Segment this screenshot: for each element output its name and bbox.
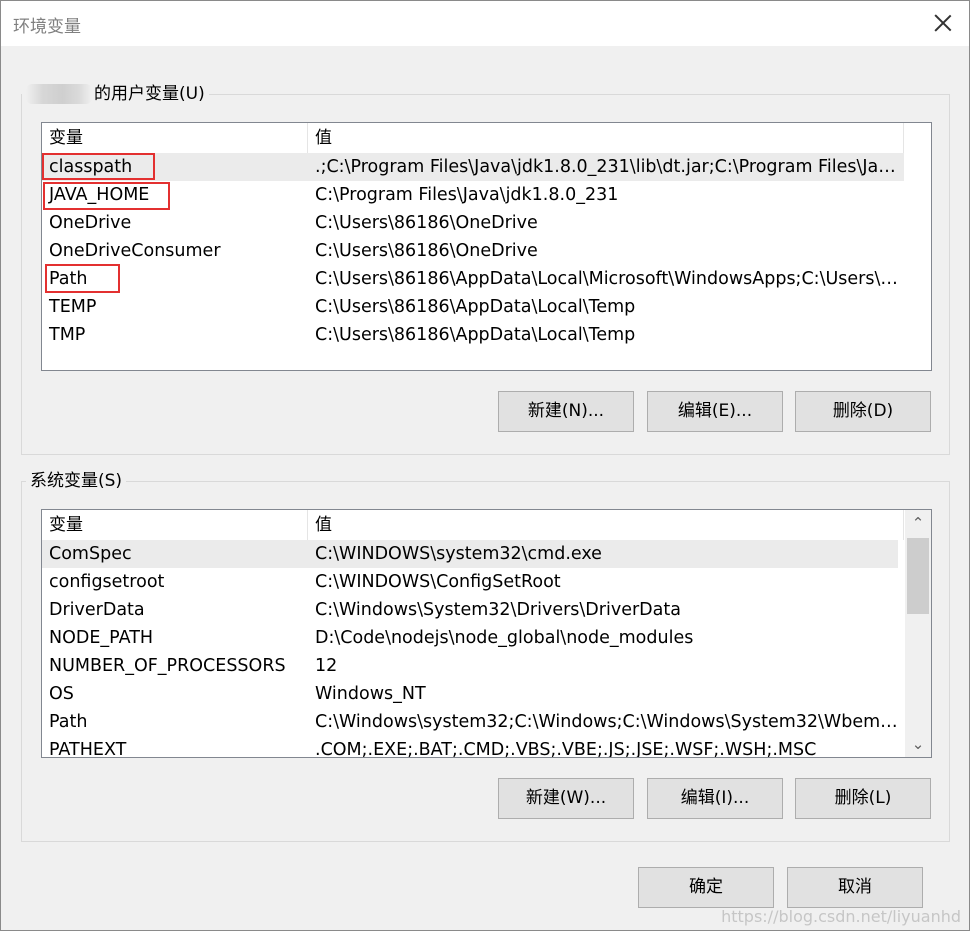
title-bar: 环境变量 — [1, 1, 969, 46]
dialog-title: 环境变量 — [13, 17, 81, 37]
watermark: https://blog.csdn.net/liyuanhd — [721, 907, 961, 926]
variable-value: C:\Program Files\Java\jdk1.8.0_231 — [315, 185, 619, 205]
list-item[interactable]: classpath .;C:\Program Files\Java\jdk1.8… — [42, 153, 904, 181]
variable-name: DriverData — [49, 600, 145, 620]
system-delete-button[interactable]: 删除(L) — [795, 778, 931, 819]
variable-value: C:\WINDOWS\system32\cmd.exe — [315, 544, 602, 564]
list-item[interactable]: PATHEXT .COM;.EXE;.BAT;.CMD;.VBS;.VBE;.J… — [42, 736, 898, 758]
variable-value: C:\Windows\system32;C:\Windows;C:\Window… — [315, 712, 898, 732]
list-item[interactable]: OS Windows_NT — [42, 680, 898, 708]
variable-value: C:\Users\86186\AppData\Local\Temp — [315, 297, 636, 317]
variable-value: .COM;.EXE;.BAT;.CMD;.VBS;.VBE;.JS;.JSE;.… — [315, 740, 817, 758]
list-item[interactable]: TMP C:\Users\86186\AppData\Local\Temp — [42, 321, 904, 349]
variable-value: C:\WINDOWS\ConfigSetRoot — [315, 572, 561, 592]
list-item[interactable]: DriverData C:\Windows\System32\Drivers\D… — [42, 596, 898, 624]
column-header-value[interactable]: 值 — [308, 123, 904, 153]
variable-name: OneDriveConsumer — [49, 241, 221, 261]
vertical-scrollbar[interactable]: ⌃ ⌄ — [905, 510, 931, 757]
list-item[interactable]: JAVA_HOME C:\Program Files\Java\jdk1.8.0… — [42, 181, 904, 209]
ok-button[interactable]: 确定 — [638, 867, 774, 908]
list-item[interactable]: ComSpec C:\WINDOWS\system32\cmd.exe — [42, 540, 898, 568]
variable-name: JAVA_HOME — [49, 185, 150, 205]
variable-value: 12 — [315, 656, 338, 676]
list-item[interactable]: configsetroot C:\WINDOWS\ConfigSetRoot — [42, 568, 898, 596]
list-item[interactable]: Path C:\Windows\system32;C:\Windows;C:\W… — [42, 708, 898, 736]
variable-value: C:\Windows\System32\Drivers\DriverData — [315, 600, 681, 620]
column-header-name[interactable]: 变量 — [42, 123, 308, 153]
variable-name: PATHEXT — [49, 740, 127, 758]
list-header: 变量 值 — [42, 123, 904, 153]
variable-value: C:\Users\86186\OneDrive — [315, 213, 538, 233]
chevron-down-icon[interactable]: ⌄ — [905, 731, 931, 757]
list-item[interactable]: OneDriveConsumer C:\Users\86186\OneDrive — [42, 237, 904, 265]
list-item[interactable]: Path C:\Users\86186\AppData\Local\Micros… — [42, 265, 904, 293]
variable-name: configsetroot — [49, 572, 165, 592]
environment-variables-dialog: 环境变量 的用户变量(U) 变量 值 classpath .;C:\Progra… — [0, 0, 970, 931]
variable-name: NODE_PATH — [49, 628, 154, 648]
scrollbar-thumb[interactable] — [907, 538, 929, 614]
close-icon[interactable] — [931, 11, 955, 35]
variable-name: OneDrive — [49, 213, 132, 233]
variable-value: Windows_NT — [315, 684, 426, 704]
list-item[interactable]: NUMBER_OF_PROCESSORS 12 — [42, 652, 898, 680]
variable-name: OS — [49, 684, 74, 704]
user-delete-button[interactable]: 删除(D) — [795, 391, 931, 432]
system-variables-group: 系统变量(S) 变量 值 ComSpec C:\WINDOWS\system32… — [21, 470, 950, 842]
user-variables-label: 的用户变量(U) — [22, 83, 209, 105]
variable-name: ComSpec — [49, 544, 132, 564]
blurred-username — [26, 84, 92, 104]
column-header-name[interactable]: 变量 — [42, 510, 308, 540]
variable-value: D:\Code\nodejs\node_global\node_modules — [315, 628, 694, 648]
variable-value: C:\Users\86186\AppData\Local\Microsoft\W… — [315, 269, 904, 289]
variable-name: TMP — [49, 325, 86, 345]
user-edit-button[interactable]: 编辑(E)... — [647, 391, 783, 432]
user-variables-list[interactable]: 变量 值 classpath .;C:\Program Files\Java\j… — [41, 122, 932, 371]
cancel-button[interactable]: 取消 — [787, 867, 923, 908]
variable-name: NUMBER_OF_PROCESSORS — [49, 656, 286, 676]
chevron-up-icon[interactable]: ⌃ — [905, 510, 931, 536]
variable-name: Path — [49, 712, 88, 732]
column-header-value[interactable]: 值 — [308, 510, 904, 540]
list-item[interactable]: OneDrive C:\Users\86186\OneDrive — [42, 209, 904, 237]
system-edit-button[interactable]: 编辑(I)... — [647, 778, 783, 819]
list-item[interactable]: TEMP C:\Users\86186\AppData\Local\Temp — [42, 293, 904, 321]
system-variables-list[interactable]: 变量 值 ComSpec C:\WINDOWS\system32\cmd.exe… — [41, 509, 932, 758]
user-variables-group: 的用户变量(U) 变量 值 classpath .;C:\Program Fil… — [21, 83, 950, 455]
variable-value: .;C:\Program Files\Java\jdk1.8.0_231\lib… — [315, 157, 904, 177]
system-variables-label: 系统变量(S) — [26, 470, 127, 492]
variable-value: C:\Users\86186\OneDrive — [315, 241, 538, 261]
variable-name: classpath — [49, 157, 133, 177]
variable-name: Path — [49, 269, 88, 289]
variable-value: C:\Users\86186\AppData\Local\Temp — [315, 325, 636, 345]
list-item[interactable]: NODE_PATH D:\Code\nodejs\node_global\nod… — [42, 624, 898, 652]
variable-name: TEMP — [49, 297, 97, 317]
list-header: 变量 值 — [42, 510, 904, 540]
user-new-button[interactable]: 新建(N)... — [498, 391, 634, 432]
system-new-button[interactable]: 新建(W)... — [498, 778, 634, 819]
